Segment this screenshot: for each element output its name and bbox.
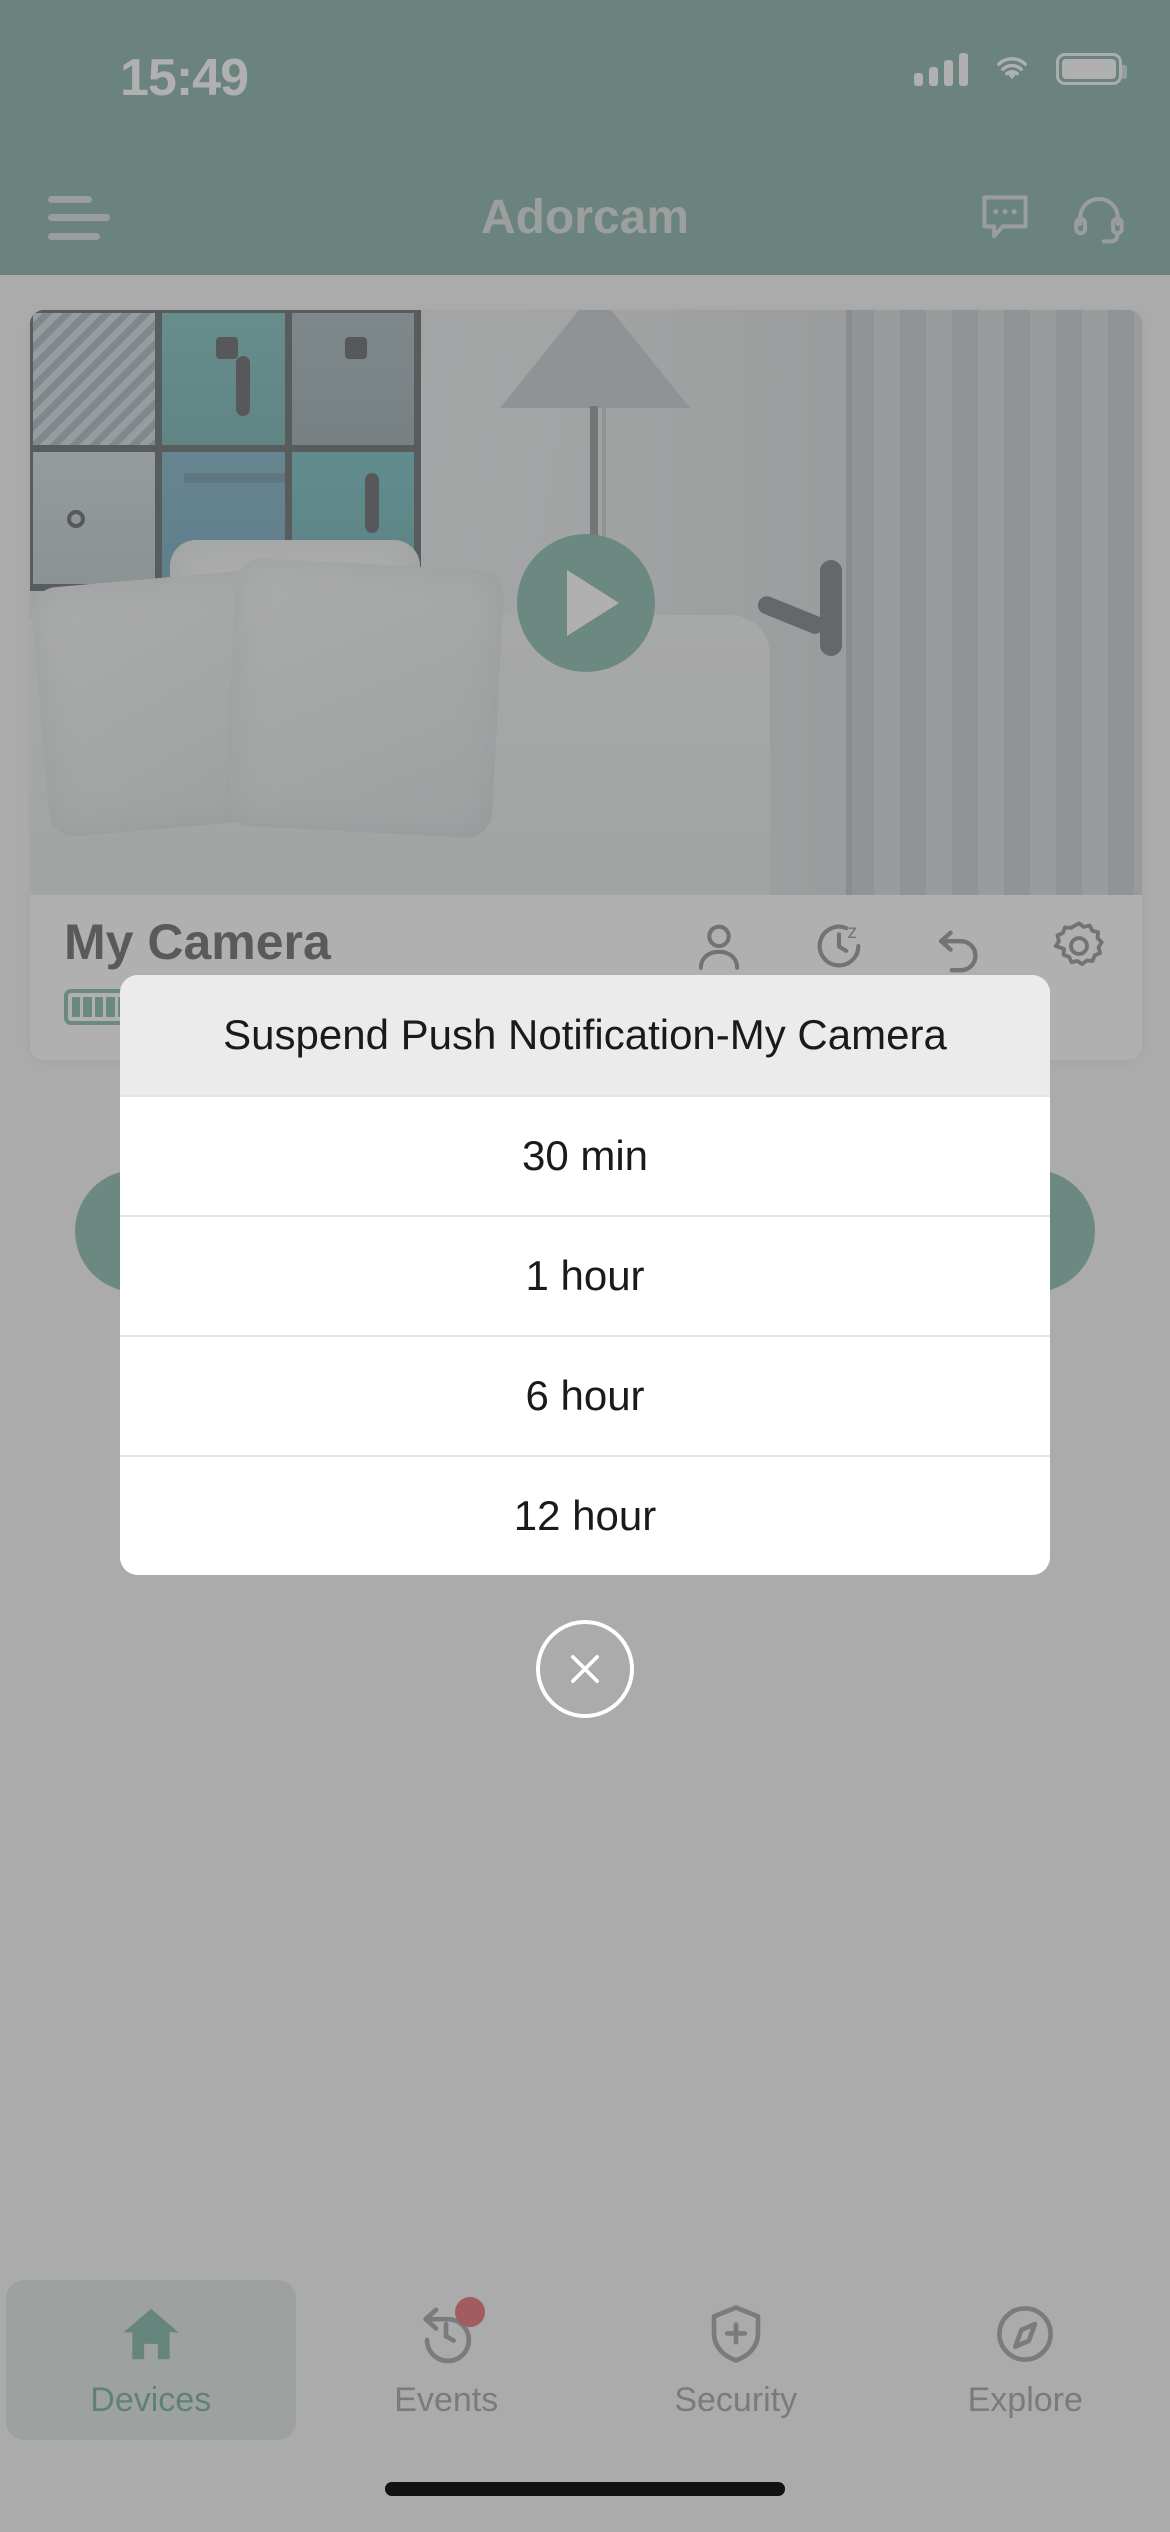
suspend-notification-sheet: Suspend Push Notification-My Camera 30 m… [120, 975, 1050, 1575]
sheet-option-1hour[interactable]: 1 hour [120, 1215, 1050, 1335]
sheet-option-30min[interactable]: 30 min [120, 1095, 1050, 1215]
home-indicator-top [385, 2482, 785, 2496]
sheet-option-6hour[interactable]: 6 hour [120, 1335, 1050, 1455]
sheet-option-12hour[interactable]: 12 hour [120, 1455, 1050, 1575]
sheet-title: Suspend Push Notification-My Camera [120, 975, 1050, 1095]
phone-screen: 15:49 Adorcam [0, 0, 1170, 2532]
close-icon[interactable] [536, 1620, 634, 1718]
